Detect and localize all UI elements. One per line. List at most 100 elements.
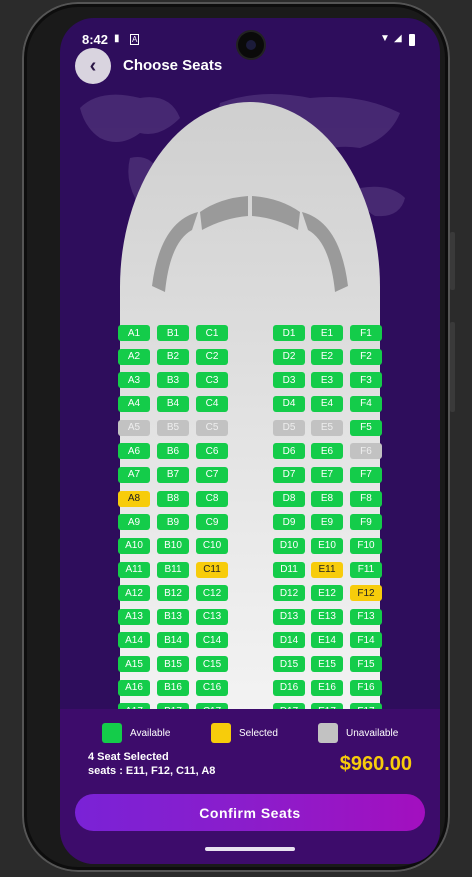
seat-D15[interactable]: D15 <box>273 656 305 673</box>
seat-C10[interactable]: C10 <box>196 537 228 554</box>
seat-E6[interactable]: E6 <box>311 443 343 460</box>
seat-D3[interactable]: D3 <box>273 372 305 389</box>
seat-F8[interactable]: F8 <box>350 490 382 507</box>
seat-F2[interactable]: F2 <box>350 348 382 365</box>
seat-C13[interactable]: C13 <box>196 608 228 625</box>
seat-C5: C5 <box>196 419 228 436</box>
unavailable-color-swatch <box>318 723 338 743</box>
seat-E13[interactable]: E13 <box>311 608 343 625</box>
seat-C1[interactable]: C1 <box>196 325 228 341</box>
seat-D13[interactable]: D13 <box>273 608 305 625</box>
seat-F7[interactable]: F7 <box>350 466 382 483</box>
seat-A11[interactable]: A11 <box>118 561 150 578</box>
seat-B2[interactable]: B2 <box>157 348 189 365</box>
seat-B12[interactable]: B12 <box>157 585 189 602</box>
seat-B10[interactable]: B10 <box>157 537 189 554</box>
seat-A6[interactable]: A6 <box>118 443 150 460</box>
seat-A8[interactable]: A8 <box>118 490 150 507</box>
seat-F4[interactable]: F4 <box>350 395 382 412</box>
seat-C14[interactable]: C14 <box>196 632 228 649</box>
seat-C9[interactable]: C9 <box>196 514 228 531</box>
seat-C4[interactable]: C4 <box>196 395 228 412</box>
seat-E16[interactable]: E16 <box>311 679 343 696</box>
seat-B3[interactable]: B3 <box>157 372 189 389</box>
seat-F12[interactable]: F12 <box>350 585 382 602</box>
back-button[interactable]: ‹ <box>75 48 111 84</box>
seat-E11[interactable]: E11 <box>311 561 343 578</box>
seat-B15[interactable]: B15 <box>157 656 189 673</box>
seat-A10[interactable]: A10 <box>118 537 150 554</box>
status-time: 8:42 <box>82 32 109 47</box>
seat-E14[interactable]: E14 <box>311 632 343 649</box>
seat-D6[interactable]: D6 <box>273 443 305 460</box>
seat-F9[interactable]: F9 <box>350 514 382 531</box>
legend-available-label: Available <box>130 727 171 739</box>
seat-E10[interactable]: E10 <box>311 537 343 554</box>
seat-D12[interactable]: D12 <box>273 585 305 602</box>
confirm-seats-button[interactable]: Confirm Seats <box>75 794 425 831</box>
seat-C16[interactable]: C16 <box>196 679 228 696</box>
seat-B9[interactable]: B9 <box>157 514 189 531</box>
seat-F13[interactable]: F13 <box>350 608 382 625</box>
seat-D7[interactable]: D7 <box>273 466 305 483</box>
seat-F1[interactable]: F1 <box>350 325 382 341</box>
seat-D8[interactable]: D8 <box>273 490 305 507</box>
seat-E3[interactable]: E3 <box>311 372 343 389</box>
seat-B1[interactable]: B1 <box>157 325 189 341</box>
seat-B13[interactable]: B13 <box>157 608 189 625</box>
seat-F10[interactable]: F10 <box>350 537 382 554</box>
seat-A7[interactable]: A7 <box>118 466 150 483</box>
seat-C12[interactable]: C12 <box>196 585 228 602</box>
seat-D4[interactable]: D4 <box>273 395 305 412</box>
seat-D14[interactable]: D14 <box>273 632 305 649</box>
seat-D16[interactable]: D16 <box>273 679 305 696</box>
seat-C15[interactable]: C15 <box>196 656 228 673</box>
seat-C6[interactable]: C6 <box>196 443 228 460</box>
seat-B14[interactable]: B14 <box>157 632 189 649</box>
seat-A13[interactable]: A13 <box>118 608 150 625</box>
seat-B6[interactable]: B6 <box>157 443 189 460</box>
sd-card-icon: ▮ <box>114 33 120 44</box>
seat-D11[interactable]: D11 <box>273 561 305 578</box>
seat-F15[interactable]: F15 <box>350 656 382 673</box>
legend-available: Available <box>102 723 170 743</box>
legend-unavailable: Unavailable <box>318 723 398 743</box>
seat-D9[interactable]: D9 <box>273 514 305 531</box>
seat-A2[interactable]: A2 <box>118 348 150 365</box>
seat-C11[interactable]: C11 <box>196 561 228 578</box>
seat-C3[interactable]: C3 <box>196 372 228 389</box>
seat-E9[interactable]: E9 <box>311 514 343 531</box>
seat-A15[interactable]: A15 <box>118 656 150 673</box>
seat-A12[interactable]: A12 <box>118 585 150 602</box>
seat-A1[interactable]: A1 <box>118 325 150 341</box>
seat-E7[interactable]: E7 <box>311 466 343 483</box>
seat-F11[interactable]: F11 <box>350 561 382 578</box>
seat-D1[interactable]: D1 <box>273 325 305 341</box>
seat-C7[interactable]: C7 <box>196 466 228 483</box>
seat-C8[interactable]: C8 <box>196 490 228 507</box>
seat-E15[interactable]: E15 <box>311 656 343 673</box>
seat-F14[interactable]: F14 <box>350 632 382 649</box>
seat-F3[interactable]: F3 <box>350 372 382 389</box>
seat-E12[interactable]: E12 <box>311 585 343 602</box>
seat-B8[interactable]: B8 <box>157 490 189 507</box>
seat-B4[interactable]: B4 <box>157 395 189 412</box>
seat-D2[interactable]: D2 <box>273 348 305 365</box>
seat-F16[interactable]: F16 <box>350 679 382 696</box>
seat-F5[interactable]: F5 <box>350 419 382 436</box>
seat-A4[interactable]: A4 <box>118 395 150 412</box>
seat-A3[interactable]: A3 <box>118 372 150 389</box>
seat-A14[interactable]: A14 <box>118 632 150 649</box>
seat-E4[interactable]: E4 <box>311 395 343 412</box>
seat-B16[interactable]: B16 <box>157 679 189 696</box>
legend-selected-label: Selected <box>239 727 278 739</box>
seat-B11[interactable]: B11 <box>157 561 189 578</box>
seat-A16[interactable]: A16 <box>118 679 150 696</box>
seat-C2[interactable]: C2 <box>196 348 228 365</box>
seat-A9[interactable]: A9 <box>118 514 150 531</box>
seat-E8[interactable]: E8 <box>311 490 343 507</box>
seat-D10[interactable]: D10 <box>273 537 305 554</box>
seat-E2[interactable]: E2 <box>311 348 343 365</box>
seat-B7[interactable]: B7 <box>157 466 189 483</box>
seat-E1[interactable]: E1 <box>311 325 343 341</box>
